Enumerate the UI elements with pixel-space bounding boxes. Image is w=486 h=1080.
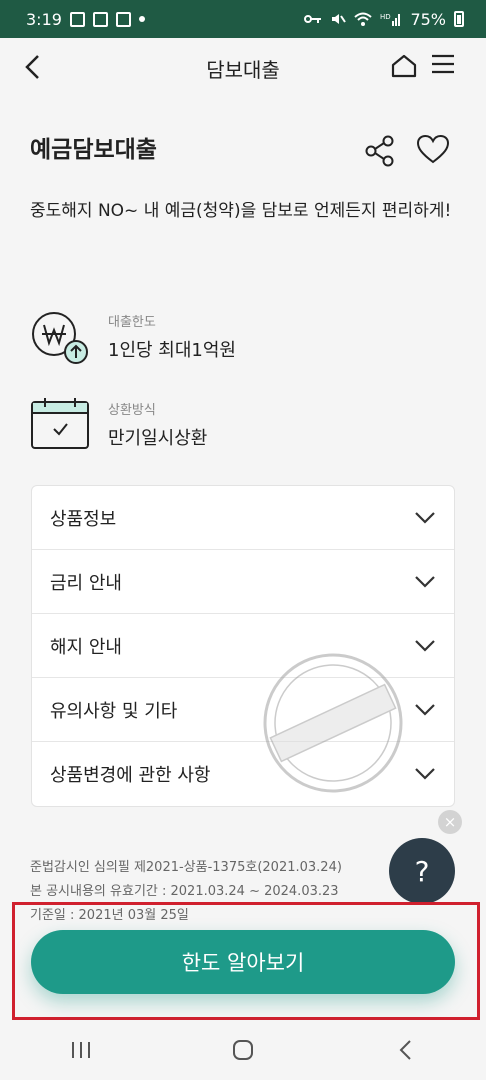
home-button[interactable] — [390, 52, 420, 82]
chevron-down-icon — [415, 511, 435, 524]
home-nav-button[interactable] — [228, 1035, 258, 1065]
svg-text:HD: HD — [380, 13, 391, 21]
calendar-check-icon — [30, 396, 92, 452]
gallery-icon — [92, 11, 108, 27]
accordion-label: 해지 안내 — [50, 636, 122, 658]
accordion-label: 금리 안내 — [50, 572, 122, 594]
heart-icon — [416, 134, 450, 164]
accordion-rate-info[interactable]: 금리 안내 — [32, 550, 454, 614]
recent-apps-button[interactable] — [66, 1035, 96, 1065]
notice-line: 준법감시인 심의필 제2021-상품-1375호(2021.03.24) — [30, 860, 342, 875]
share-icon — [365, 135, 394, 167]
accordion-notes[interactable]: 유의사항 및 기타 — [32, 678, 454, 742]
info-repayment: 상환방식 만기일시상환 — [30, 396, 207, 452]
puzzle-icon — [115, 11, 131, 27]
system-nav-bar — [0, 1020, 486, 1080]
product-accordion: 상품정보 금리 안내 해지 안내 유의사항 및 기타 상품변경에 관한 사항 — [31, 485, 455, 807]
help-button[interactable]: ? — [389, 838, 455, 904]
battery-percent: 75% — [410, 9, 446, 29]
info-loan-limit: 대출한도 1인당 최대1억원 — [30, 308, 236, 364]
info-label: 대출한도 — [108, 314, 156, 330]
hamburger-menu-icon — [432, 54, 454, 74]
back-button[interactable] — [24, 52, 54, 82]
more-dot-icon — [138, 16, 145, 22]
status-left: 3:19 — [26, 10, 145, 29]
accordion-label: 유의사항 및 기타 — [50, 700, 178, 722]
status-time: 3:19 — [26, 9, 62, 29]
menu-button[interactable] — [430, 52, 460, 82]
wifi-icon — [354, 12, 373, 26]
signal-icon: HD — [380, 13, 401, 26]
accordion-termination-info[interactable]: 해지 안내 — [32, 614, 454, 678]
home-nav-icon — [233, 1040, 253, 1060]
check-limit-button[interactable]: 한도 알아보기 — [31, 930, 455, 994]
recent-apps-icon — [72, 1042, 90, 1058]
help-close-button[interactable]: × — [438, 810, 462, 834]
notice-line: 본 공시내용의 유효기간 : 2021.03.24 ~ 2024.03.23 — [30, 884, 339, 899]
status-right: HD 75% — [304, 10, 464, 29]
product-title: 예금담보대출 — [30, 137, 157, 163]
share-button[interactable] — [364, 134, 396, 168]
page-title: 담보대출 — [206, 57, 280, 82]
info-label: 상환방식 — [108, 402, 156, 418]
product-description: 중도해지 NO~ 내 예금(청약)을 담보로 언제든지 편리하게! — [30, 201, 452, 221]
accordion-label: 상품변경에 관한 사항 — [50, 765, 211, 786]
back-nav-button[interactable] — [390, 1035, 420, 1065]
chevron-down-icon — [415, 768, 435, 780]
home-icon — [391, 54, 417, 78]
info-value: 만기일시상환 — [108, 427, 208, 449]
app-header: 담보대출 — [0, 38, 486, 98]
accordion-product-changes[interactable]: 상품변경에 관한 사항 — [32, 742, 454, 806]
status-bar: 3:19 HD 75% — [0, 0, 486, 38]
mute-icon — [332, 14, 347, 24]
chevron-down-icon — [415, 703, 435, 716]
accordion-product-info[interactable]: 상품정보 — [32, 486, 454, 550]
notification-icon — [69, 11, 85, 27]
battery-icon — [454, 11, 464, 27]
key-icon — [304, 15, 322, 23]
accordion-label: 상품정보 — [50, 508, 117, 530]
info-value: 1인당 최대1억원 — [108, 339, 236, 361]
chevron-down-icon — [415, 575, 435, 588]
won-up-icon — [30, 308, 92, 364]
chevron-down-icon — [415, 639, 435, 652]
favorite-button[interactable] — [416, 134, 452, 168]
back-nav-icon — [399, 1040, 411, 1060]
chevron-left-icon — [25, 55, 39, 79]
